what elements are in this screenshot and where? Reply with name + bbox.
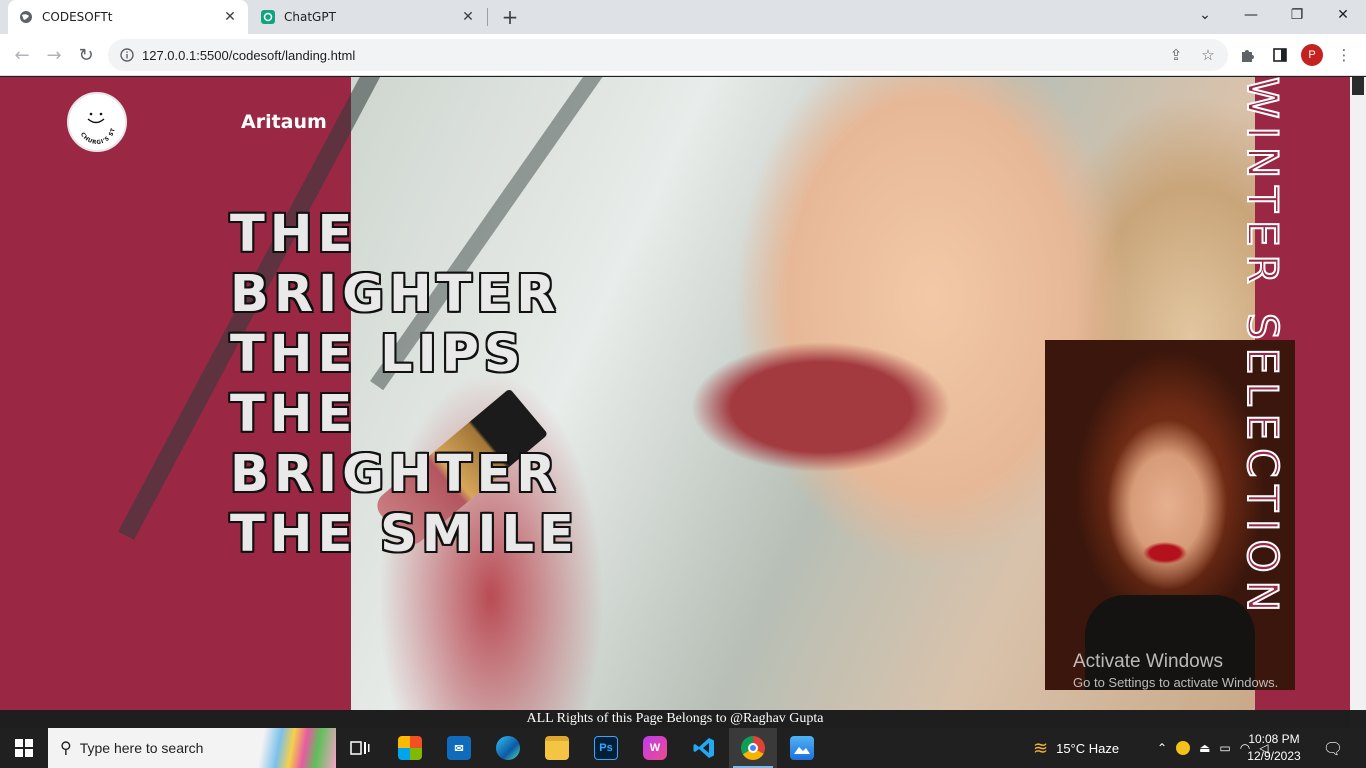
watermark-title: Activate Windows [1073, 651, 1223, 672]
globe-icon [18, 9, 34, 25]
forward-arrow-icon[interactable]: → [40, 41, 68, 69]
chatgpt-icon [260, 9, 276, 25]
headline-line: THE LIPS [230, 325, 526, 384]
security-shield-icon[interactable] [1176, 741, 1191, 755]
taskbar-clock[interactable]: 10:08 PM 12/9/2023 [1243, 731, 1305, 765]
close-tab-icon[interactable]: ✕ [222, 9, 238, 25]
weather-widget[interactable]: ≋ 15°C Haze [1033, 728, 1119, 768]
minimize-icon[interactable]: — [1228, 0, 1274, 30]
new-tab-button[interactable]: + [498, 5, 522, 29]
share-icon[interactable]: ⇪ [1164, 43, 1188, 67]
headline-line: THE [230, 385, 358, 444]
reload-icon[interactable]: ↻ [72, 41, 100, 69]
weather-text: 15°C Haze [1056, 740, 1120, 756]
page-scrollbar[interactable] [1350, 77, 1366, 710]
tab-strip: CODESOFTt ✕ ChatGPT ✕ + ⌄ — ❐ ✕ [0, 0, 1366, 34]
windows-taskbar: ⚲ Type here to search ✉ Ps W ≋ 15°C Haze [0, 728, 1366, 768]
site-info-icon[interactable] [112, 48, 142, 62]
menu-kebab-icon[interactable]: ⋮ [1332, 43, 1356, 67]
search-icon: ⚲ [60, 740, 72, 757]
side-text: WINTER SELECTION [1237, 77, 1288, 621]
taskbar-search-box[interactable]: ⚲ Type here to search [48, 728, 336, 768]
tab-divider [487, 8, 488, 26]
search-placeholder: Type here to search [79, 740, 204, 756]
tab-codesoft[interactable]: CODESOFTt ✕ [8, 0, 248, 34]
restore-icon[interactable]: ❐ [1274, 0, 1320, 30]
tab-chatgpt[interactable]: ChatGPT ✕ [250, 0, 486, 34]
side-panel-icon[interactable] [1268, 43, 1292, 67]
wps-office-icon[interactable]: W [631, 728, 679, 768]
url-text: 127.0.0.1:5500/codesoft/landing.html [142, 47, 356, 63]
mail-icon[interactable]: ✉ [435, 728, 483, 768]
logo-text: CHURGI'S STUDIO [69, 94, 116, 146]
photos-icon[interactable] [778, 728, 826, 768]
hero-headline: THE BRIGHTER THE LIPS THE BRIGHTER THE S… [230, 205, 579, 565]
haze-weather-icon: ≋ [1033, 737, 1049, 758]
page-footer: ALL Rights of this Page Belongs to @Ragh… [0, 710, 1350, 728]
show-hidden-icons-chevron-icon[interactable]: ⌃ [1157, 741, 1167, 755]
profile-avatar[interactable]: P [1301, 44, 1323, 66]
landing-page: CHURGI'S STUDIO Aritaum THE BRIGHTER THE… [0, 77, 1350, 710]
search-highlight-art [256, 728, 336, 768]
footer-copyright: ALL Rights of this Page Belongs to @Ragh… [526, 711, 824, 726]
usb-drive-icon[interactable]: ⏏ [1199, 741, 1210, 755]
address-bar[interactable]: 127.0.0.1:5500/codesoft/landing.html [108, 39, 1228, 71]
bookmark-star-icon[interactable]: ☆ [1196, 43, 1220, 67]
file-explorer-icon[interactable] [533, 728, 581, 768]
back-arrow-icon[interactable]: ← [8, 41, 36, 69]
notification-center-icon[interactable]: 🗨 [1320, 736, 1346, 760]
studio-logo[interactable]: CHURGI'S STUDIO [67, 92, 127, 152]
winter-selection-label: WINTER SELECTION [1237, 77, 1288, 710]
close-tab-icon[interactable]: ✕ [460, 9, 476, 25]
smiley-face-icon: CHURGI'S STUDIO [69, 94, 117, 146]
headline-line: BRIGHTER [230, 445, 561, 504]
scrollbar-thumb[interactable] [1352, 77, 1364, 95]
close-window-icon[interactable]: ✕ [1320, 0, 1366, 30]
tab-title: CODESOFTt [42, 10, 113, 24]
tab-search-chevron-icon[interactable]: ⌄ [1182, 0, 1228, 30]
watermark-subtitle: Go to Settings to activate Windows. [1073, 675, 1279, 690]
task-view-icon[interactable] [336, 728, 384, 768]
photoshop-icon[interactable]: Ps [582, 728, 630, 768]
chrome-icon[interactable] [729, 728, 777, 768]
browser-toolbar: ← → ↻ 127.0.0.1:5500/codesoft/landing.ht… [0, 34, 1366, 76]
clock-time: 10:08 PM [1248, 732, 1300, 746]
svg-text:CHURGI'S STUDIO: CHURGI'S STUDIO [69, 94, 117, 146]
microsoft-store-icon[interactable] [386, 728, 434, 768]
windows-start-icon[interactable] [0, 728, 48, 768]
headline-line: THE [230, 205, 358, 264]
activate-windows-watermark: Activate Windows Go to Settings to activ… [1073, 651, 1278, 690]
edge-icon[interactable] [484, 728, 532, 768]
battery-icon[interactable]: ▭ [1219, 741, 1230, 755]
headline-line: THE SMILE [230, 505, 579, 564]
vscode-icon[interactable] [680, 728, 728, 768]
tab-title: ChatGPT [284, 10, 336, 24]
clock-date: 12/9/2023 [1247, 749, 1301, 763]
brand-name[interactable]: Aritaum [241, 111, 327, 133]
extensions-puzzle-icon[interactable] [1236, 43, 1260, 67]
headline-line: BRIGHTER [230, 265, 561, 324]
